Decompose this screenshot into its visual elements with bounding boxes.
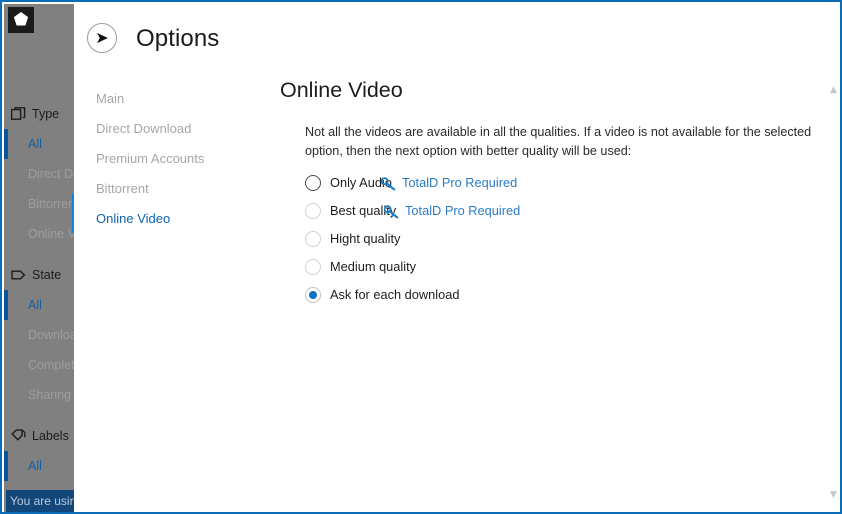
sidebar-item-label: Direct Do <box>28 167 74 181</box>
sidebar-item-state-sharing[interactable]: Sharing <box>4 380 74 410</box>
back-arrow-button[interactable]: ➤ <box>87 23 117 53</box>
content-scrollbar[interactable]: ▲ ▼ <box>825 4 840 512</box>
radio-indicator[interactable] <box>305 203 321 219</box>
nav-item-label: Direct Download <box>96 121 192 136</box>
sidebar-item-label: All <box>28 137 42 151</box>
nav-item-premium-accounts[interactable]: Premium Accounts <box>96 144 271 174</box>
state-icon <box>11 270 26 280</box>
sidebar-item-label: All <box>28 459 42 473</box>
app-sidebar: ⬟ Type All Direct Do Bittorren Online V <box>4 4 74 512</box>
radio-option-ask-for-each-download[interactable]: Ask for each download <box>305 281 805 309</box>
app-logo-icon[interactable]: ⬟ <box>8 7 34 33</box>
sidebar-item-state-downloading[interactable]: Downloa <box>4 320 74 350</box>
scroll-down-icon[interactable]: ▼ <box>825 487 840 504</box>
sidebar-group-header-state: State <box>4 260 74 290</box>
radio-option-best-quality[interactable]: Best quality TotalD Pro Required <box>305 197 805 225</box>
radio-option-medium-quality[interactable]: Medium quality <box>305 253 805 281</box>
sidebar-group-label-labels: Labels <box>32 429 69 443</box>
arrow-right-icon: ➤ <box>95 28 109 47</box>
sidebar-group-labels: Labels All <box>4 421 74 481</box>
radio-indicator[interactable] <box>305 175 321 191</box>
type-icon <box>11 107 26 120</box>
sidebar-item-type-bittorrent[interactable]: Bittorren <box>4 189 74 219</box>
pro-required-label[interactable]: TotalD Pro Required <box>405 197 520 225</box>
radio-option-only-audio[interactable]: Only Audio TotalD Pro Required <box>305 169 805 197</box>
radio-label: Hight quality <box>330 231 401 246</box>
options-header: ➤ Options <box>74 4 840 76</box>
nav-item-label: Bittorrent <box>96 181 149 196</box>
sidebar-item-label: Complet <box>28 358 74 372</box>
pro-required-label[interactable]: TotalD Pro Required <box>402 169 517 197</box>
sidebar-item-labels-all[interactable]: All <box>4 451 74 481</box>
scroll-up-icon[interactable]: ▲ <box>825 82 840 99</box>
options-content-pane: Online Video Not all the videos are avai… <box>280 72 840 512</box>
nav-item-label: Premium Accounts <box>96 151 205 166</box>
radio-label: Medium quality <box>330 259 417 274</box>
nav-item-direct-download[interactable]: Direct Download <box>96 114 271 144</box>
sidebar-group-header-type: Type <box>4 99 74 129</box>
sidebar-group-type: Type All Direct Do Bittorren Online V <box>4 99 74 249</box>
sidebar-group-label-type: Type <box>32 107 60 121</box>
options-dialog: ➤ Options Main Direct Download Premium A… <box>74 4 840 512</box>
nav-item-bittorrent[interactable]: Bittorrent <box>96 174 271 204</box>
nav-item-main[interactable]: Main <box>96 84 271 114</box>
section-title: Online Video <box>280 78 403 102</box>
sidebar-item-state-all[interactable]: All <box>4 290 74 320</box>
status-bar-text: You are using <box>10 494 74 508</box>
key-icon <box>381 177 396 191</box>
radio-label: Ask for each download <box>330 287 460 302</box>
radio-indicator[interactable] <box>305 287 321 303</box>
status-bar: You are using <box>6 490 74 512</box>
radio-indicator[interactable] <box>305 231 321 247</box>
key-icon <box>384 205 399 219</box>
page-title: Options <box>136 25 220 52</box>
labels-icon <box>11 429 26 441</box>
nav-item-label: Main <box>96 91 125 106</box>
sidebar-item-label: Sharing <box>28 388 72 402</box>
nav-item-online-video[interactable]: Online Video <box>96 204 271 234</box>
section-description: Not all the videos are available in all … <box>305 125 812 158</box>
application-window: ⬟ Type All Direct Do Bittorren Online V <box>0 0 842 514</box>
quality-radio-group: Only Audio TotalD Pro Required Best qual… <box>305 169 805 309</box>
sidebar-item-label: Downloa <box>28 328 74 342</box>
sidebar-group-header-labels: Labels <box>4 421 74 451</box>
sidebar-item-type-direct-download[interactable]: Direct Do <box>4 159 74 189</box>
radio-option-hight-quality[interactable]: Hight quality <box>305 225 805 253</box>
radio-indicator[interactable] <box>305 259 321 275</box>
app-logo-glyph: ⬟ <box>13 10 29 30</box>
sidebar-item-state-completed[interactable]: Complet <box>4 350 74 380</box>
sidebar-item-type-all[interactable]: All <box>4 129 74 159</box>
sidebar-group-label-state: State <box>32 268 62 282</box>
sidebar-item-label: All <box>28 298 42 312</box>
nav-item-label: Online Video <box>96 211 171 226</box>
sidebar-item-label: Bittorren <box>28 197 74 211</box>
sidebar-item-type-online-video[interactable]: Online V <box>4 219 74 249</box>
sidebar-item-label: Online V <box>28 227 74 241</box>
options-nav-list: Main Direct Download Premium Accounts Bi… <box>96 84 271 234</box>
sidebar-group-state: State All Downloa Complet Sharing <box>4 260 74 410</box>
